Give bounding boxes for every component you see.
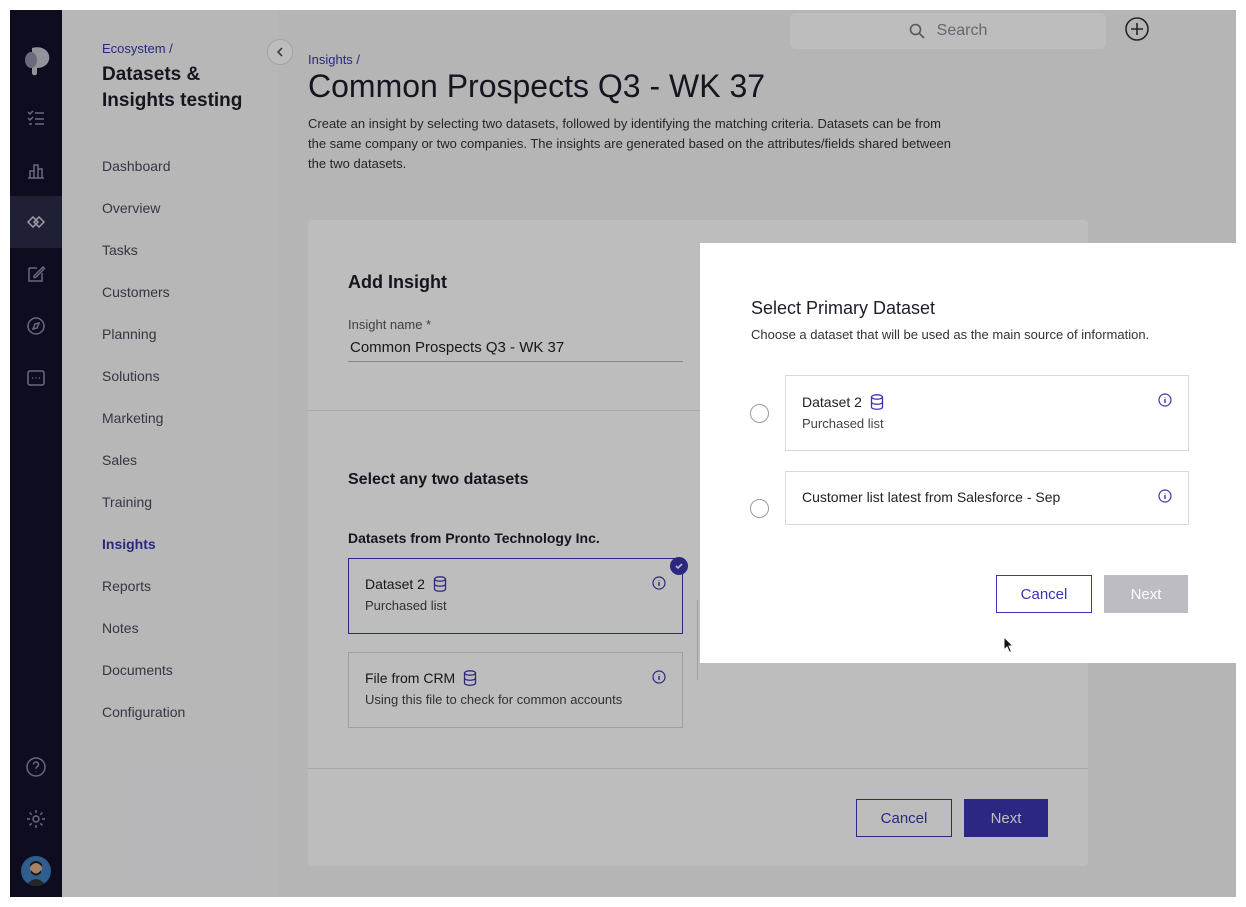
- modal-dataset-option-1[interactable]: Dataset 2 Purchased list: [785, 375, 1189, 451]
- radio-customer-list[interactable]: [750, 499, 769, 518]
- app-window: Ecosystem / Datasets & Insights testing …: [10, 10, 1236, 897]
- dataset-name: Customer list latest from Salesforce - S…: [802, 489, 1062, 505]
- dataset-subtitle: Purchased list: [802, 416, 884, 431]
- dataset-name: Dataset 2: [802, 394, 862, 410]
- modal-cancel-button[interactable]: Cancel: [996, 575, 1092, 613]
- info-icon[interactable]: [1158, 489, 1172, 503]
- modal-next-button[interactable]: Next: [1104, 575, 1188, 613]
- modal-subtitle: Choose a dataset that will be used as th…: [751, 327, 1150, 342]
- info-icon[interactable]: [1158, 393, 1172, 407]
- modal-dataset-option-2[interactable]: Customer list latest from Salesforce - S…: [785, 471, 1189, 525]
- select-primary-dataset-modal: Select Primary Dataset Choose a dataset …: [700, 243, 1236, 663]
- radio-dataset-2[interactable]: [750, 404, 769, 423]
- mouse-cursor-icon: [1003, 636, 1015, 654]
- modal-title: Select Primary Dataset: [751, 298, 936, 318]
- database-icon: [870, 394, 884, 410]
